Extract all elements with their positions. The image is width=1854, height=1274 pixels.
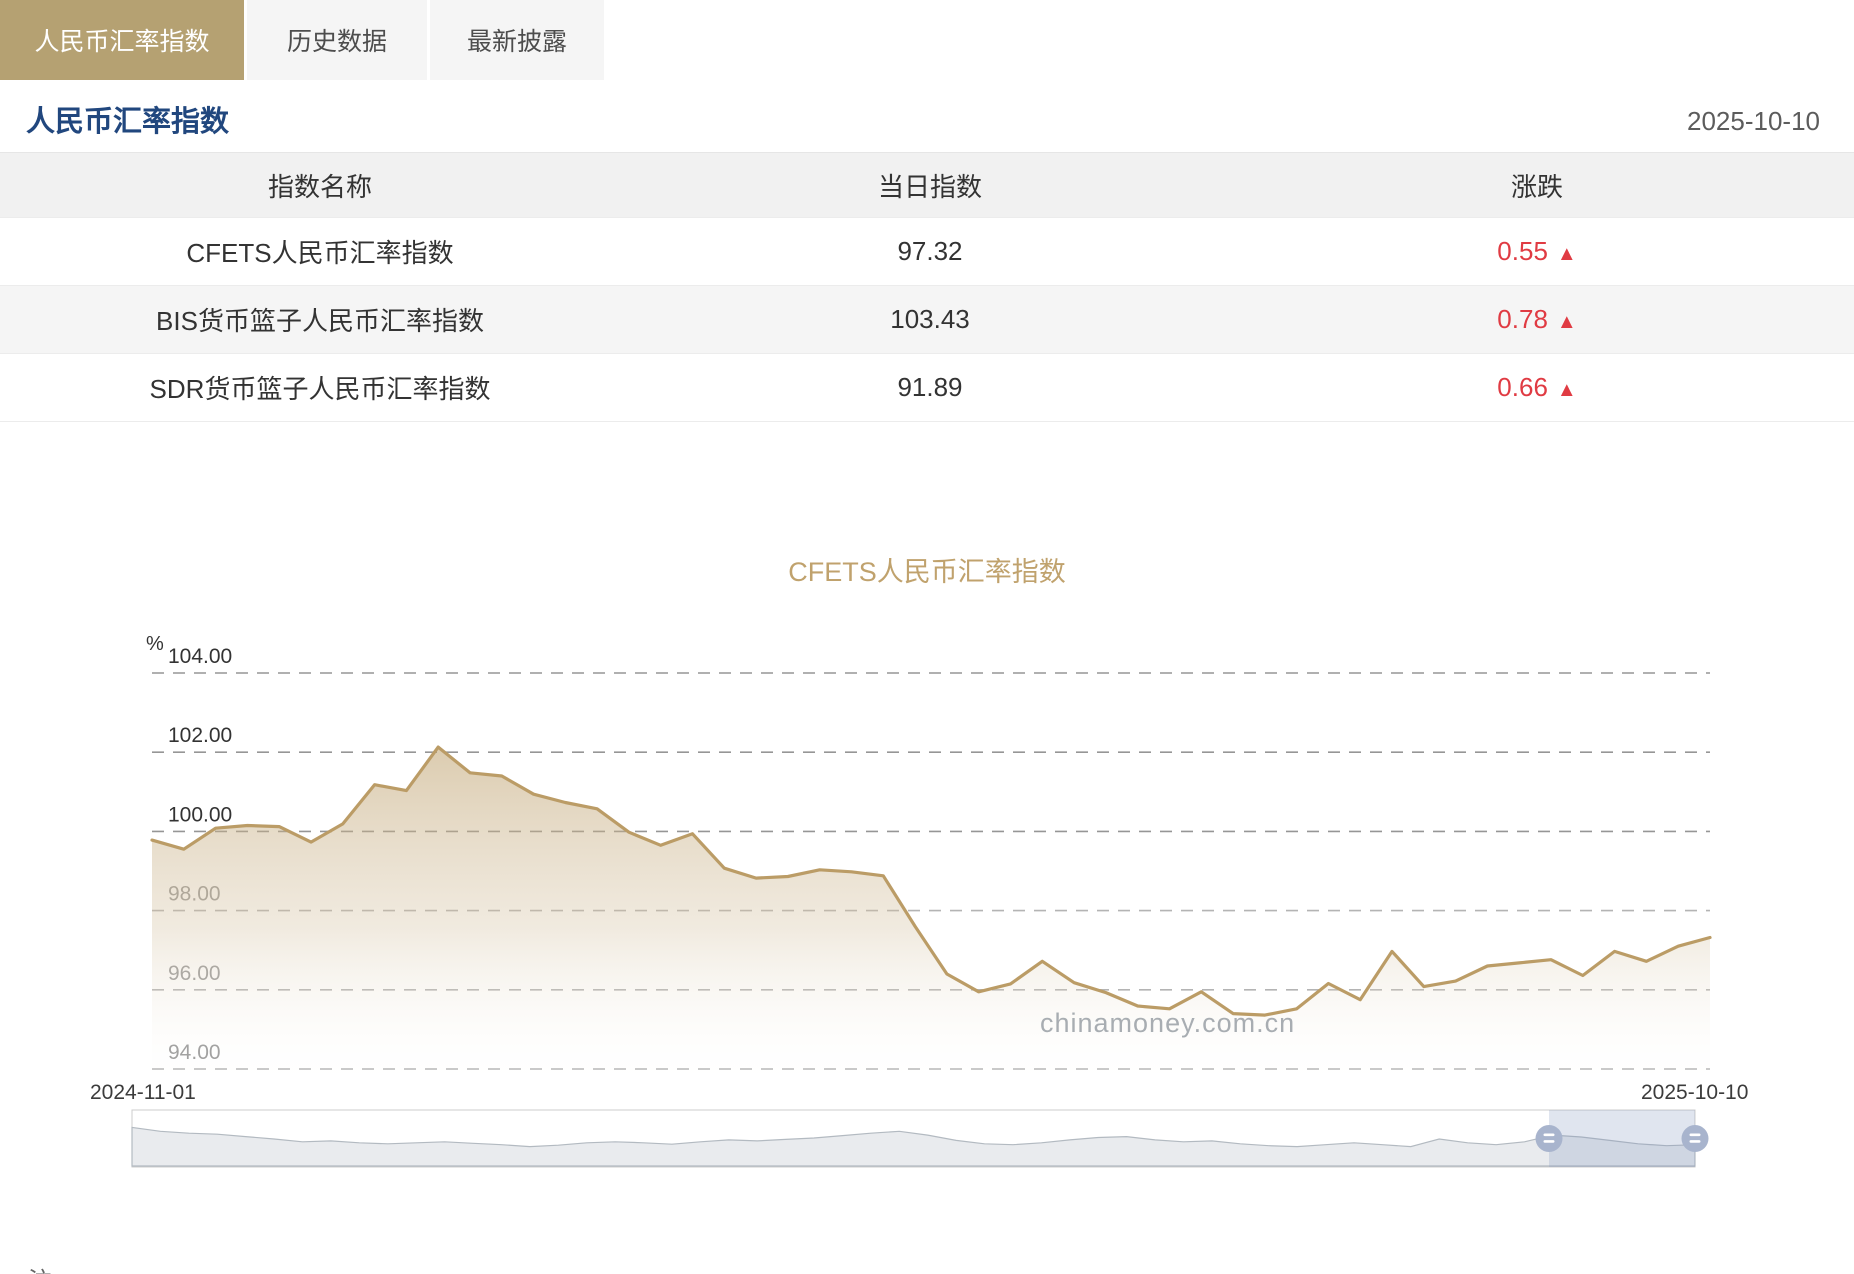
index-name: BIS货币篮子人民币汇率指数 — [0, 301, 640, 338]
column-header-daily-index: 当日指数 — [640, 167, 1220, 204]
table-header-row: 指数名称 当日指数 涨跌 — [0, 152, 1854, 218]
navigator-handle-right[interactable] — [1682, 1125, 1709, 1152]
y-axis-unit-label: % — [146, 633, 164, 655]
index-value: 91.89 — [640, 372, 1220, 403]
chinamoney-watermark: chinamoney.com.cn — [1040, 1008, 1295, 1039]
index-name: CFETS人民币汇率指数 — [0, 233, 640, 270]
y-tick-label: 100.00 — [168, 803, 232, 826]
index-change: 0.78▲ — [1220, 304, 1854, 335]
series-area-fill — [152, 747, 1710, 1080]
table-row-sdr: SDR货币篮子人民币汇率指数 91.89 0.66▲ — [0, 354, 1854, 422]
y-tick-label: 102.00 — [168, 724, 232, 747]
index-change: 0.55▲ — [1220, 236, 1854, 267]
footnote-label: 注 — [28, 1261, 52, 1274]
index-table: 指数名称 当日指数 涨跌 CFETS人民币汇率指数 97.32 0.55▲ BI… — [0, 152, 1854, 422]
tab-latest-disclosure[interactable]: 最新披露 — [430, 0, 607, 80]
tab-historical-data[interactable]: 历史数据 — [247, 0, 430, 80]
column-header-change: 涨跌 — [1220, 167, 1854, 204]
up-triangle-icon: ▲ — [1557, 311, 1577, 333]
navigator-handle-left[interactable] — [1536, 1125, 1563, 1152]
report-date: 2025-10-10 — [1687, 106, 1820, 137]
column-header-index-name: 指数名称 — [0, 167, 640, 204]
up-triangle-icon: ▲ — [1557, 379, 1577, 401]
x-axis-end-label: 2025-10-10 — [1641, 1081, 1748, 1105]
cfets-rmb-index-page: { "tabs": [ { "label": "人民币汇率指数", "activ… — [0, 0, 1854, 1274]
y-tick-label: 104.00 — [168, 645, 232, 668]
table-row-bis: BIS货币篮子人民币汇率指数 103.43 0.78▲ — [0, 286, 1854, 354]
index-value: 103.43 — [640, 304, 1220, 335]
x-axis-start-label: 2024-11-01 — [90, 1081, 196, 1105]
navigator-selected-range[interactable] — [1549, 1110, 1695, 1167]
chart-title: CFETS人民币汇率指数 — [0, 550, 1854, 589]
up-triangle-icon: ▲ — [1557, 243, 1577, 265]
tab-rmb-exchange-rate-index[interactable]: 人民币汇率指数 — [0, 0, 247, 80]
top-tab-bar: 人民币汇率指数 历史数据 最新披露 — [0, 0, 607, 80]
table-row-cfets: CFETS人民币汇率指数 97.32 0.55▲ — [0, 218, 1854, 286]
index-name: SDR货币篮子人民币汇率指数 — [0, 369, 640, 406]
page-title: 人民币汇率指数 — [26, 98, 229, 140]
index-change: 0.66▲ — [1220, 372, 1854, 403]
index-value: 97.32 — [640, 236, 1220, 267]
